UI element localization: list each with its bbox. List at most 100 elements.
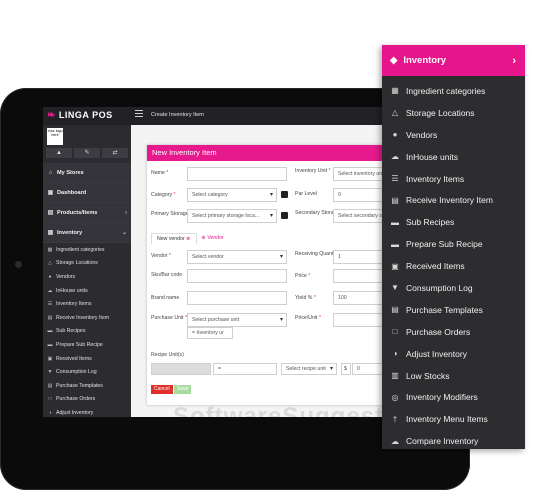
cancel-button[interactable]: Cancel bbox=[151, 385, 173, 394]
sidebar-subitem-purchase-templates[interactable]: ▤ Purchase Templates bbox=[43, 379, 131, 393]
currency-symbol: $ bbox=[341, 363, 351, 375]
sidebar-subitem-vendors[interactable]: ● Vendors bbox=[43, 270, 131, 284]
flask-icon: △ bbox=[391, 108, 399, 118]
lock-button[interactable]: ▲ bbox=[46, 148, 72, 158]
brand-label: Brand name bbox=[151, 295, 179, 302]
menu-item-received-items[interactable]: ▣ Received Items bbox=[382, 255, 525, 277]
menu-item-consumption-log[interactable]: ▼ Consumption Log bbox=[382, 277, 525, 299]
sidebar-item-label: Inventory bbox=[57, 229, 83, 236]
label-text: Price/Unit bbox=[295, 315, 318, 321]
inventory-menu-header[interactable]: ◆ Inventory › bbox=[382, 45, 525, 76]
user-icon: ● bbox=[392, 130, 398, 140]
menu-item-adjust-inventory[interactable]: ◑ Adjust Inventory bbox=[382, 343, 525, 365]
user-icon: ● bbox=[48, 273, 52, 280]
vendor-label: Vendor * bbox=[151, 253, 171, 259]
menu-item-low-stocks[interactable]: ▥ Low Stocks bbox=[382, 365, 525, 387]
file-icon: □ bbox=[48, 396, 52, 403]
menu-item-receive-inventory-item[interactable]: ▤ Receive Inventory Item bbox=[382, 189, 525, 211]
chevron-down-icon: ⌄ bbox=[121, 230, 127, 236]
receive-icon: ▤ bbox=[391, 195, 399, 205]
primary-storage-select[interactable]: Select primary storage loca... bbox=[187, 209, 277, 223]
menu-item-purchase-orders[interactable]: □ Purchase Orders bbox=[382, 321, 525, 343]
primary-storage-label: Primary Storage * bbox=[151, 211, 192, 218]
app-logo[interactable]: ❧ LINGA POS bbox=[47, 110, 113, 121]
chevron-right-icon: › bbox=[125, 209, 127, 216]
storage-add-icon[interactable] bbox=[281, 212, 288, 219]
brand-input[interactable] bbox=[187, 291, 287, 305]
label-text: Category bbox=[151, 192, 173, 198]
tab-new-vendor[interactable]: New vendor ⊗ bbox=[151, 233, 197, 244]
inventory-unit-equivalent[interactable]: = Inventory ur bbox=[187, 327, 233, 339]
grid-icon: ▦ bbox=[47, 246, 53, 253]
recipe-quantity-input[interactable] bbox=[151, 363, 211, 375]
sidebar-subitem-prepare-sub-recipe[interactable]: ▬ Prepare Sub Recipe bbox=[43, 338, 131, 352]
tab-label: New vendor bbox=[157, 236, 185, 242]
document-icon: ▤ bbox=[47, 382, 53, 389]
name-label: Name * bbox=[151, 170, 169, 176]
sidebar-subitem-ingredient-categories[interactable]: ▦ Ingredient categories bbox=[43, 243, 131, 257]
sku-input[interactable] bbox=[187, 269, 287, 283]
menu-item-ingredient-categories[interactable]: ▦ Ingredient categories bbox=[382, 80, 525, 102]
vendor-select[interactable]: Select vendor bbox=[187, 250, 287, 264]
menu-item-inhouse-units[interactable]: ☁ InHouse units bbox=[382, 146, 525, 168]
menu-item-prepare-sub-recipe[interactable]: ▬ Prepare Sub Recipe bbox=[382, 233, 525, 255]
sidebar-subitem-received-items[interactable]: ▣ Received Items bbox=[43, 352, 131, 366]
label-text: Vendor bbox=[151, 253, 168, 259]
category-select[interactable]: Select category bbox=[187, 188, 277, 202]
menu-item-compare-inventory[interactable]: ☁ Compare Inventory bbox=[382, 430, 525, 452]
sidebar-subitem-storage-locations[interactable]: △ Storage Locations bbox=[43, 257, 131, 271]
recipe-unit-select[interactable]: Select recipe unit bbox=[281, 363, 337, 375]
save-button[interactable]: Save bbox=[174, 385, 192, 394]
prepare-icon: ▬ bbox=[47, 341, 53, 348]
grid-icon: ▦ bbox=[391, 86, 399, 96]
label-text: Par Level bbox=[295, 191, 317, 197]
inventory-menu: ◆ Inventory › ▦ Ingredient categories △ St… bbox=[382, 45, 525, 449]
sidebar-subitem-adjust-inventory[interactable]: ◑ Adjust Inventory bbox=[43, 406, 131, 417]
purchase-unit-select[interactable]: Select purchase unit bbox=[187, 313, 287, 327]
menu-item-label: Purchase Orders bbox=[406, 326, 471, 337]
edit-button[interactable]: ✎ bbox=[74, 148, 100, 158]
sidebar-subitem-receive-inventory[interactable]: ▤ Receive Inventory Item bbox=[43, 311, 131, 325]
recipe-units-label: Recipe Unit(s) bbox=[151, 352, 184, 359]
switch-button[interactable]: ⇄ bbox=[102, 148, 128, 158]
menu-item-label: InHouse units bbox=[406, 151, 458, 162]
menu-item-purchase-templates[interactable]: ▤ Purchase Templates bbox=[382, 299, 525, 321]
sidebar-item-inventory[interactable]: ▦ Inventory ⌄ bbox=[43, 223, 131, 243]
store-logo[interactable]: Your logo here bbox=[47, 128, 63, 145]
sku-label: Sku/Bar code bbox=[151, 272, 182, 279]
sidebar-subitem-consumption-log[interactable]: ▼ Consumption Log bbox=[43, 365, 131, 379]
menu-item-inventory-menu-items[interactable]: † Inventory Menu Items bbox=[382, 408, 525, 430]
image-icon: ▣ bbox=[391, 261, 399, 271]
add-icon: ⊕ bbox=[201, 235, 206, 241]
menu-item-storage-locations[interactable]: △ Storage Locations bbox=[382, 102, 525, 124]
recipe-equivalent-input[interactable]: = bbox=[213, 363, 277, 375]
sidebar-subitem-label: Prepare Sub Recipe bbox=[56, 341, 103, 348]
menu-item-vendors[interactable]: ● Vendors bbox=[382, 124, 525, 146]
sidebar-item-dashboard[interactable]: ▣ Dashboard bbox=[43, 183, 131, 203]
folder-icon: ▬ bbox=[391, 217, 399, 227]
adjust-icon: ◑ bbox=[48, 409, 52, 416]
label-text: Inventory Unit bbox=[295, 168, 328, 174]
menu-item-label: Inventory Menu Items bbox=[406, 414, 488, 425]
sidebar-subitem-label: Ingredient categories bbox=[56, 246, 105, 253]
sidebar-subitem-inventory-items[interactable]: ☰ Inventory Items bbox=[43, 297, 131, 311]
label-text: Receiving Quantity bbox=[295, 251, 339, 257]
hamburger-menu-icon[interactable] bbox=[135, 110, 143, 118]
menu-item-sub-recipes[interactable]: ▬ Sub Recipes bbox=[382, 211, 525, 233]
sidebar-subitem-inhouse-units[interactable]: ☁ InHouse units bbox=[43, 284, 131, 298]
name-input[interactable] bbox=[187, 167, 287, 181]
menu-item-label: Receive Inventory Item bbox=[406, 195, 493, 206]
file-icon: □ bbox=[392, 327, 398, 337]
sidebar-item-my-stores[interactable]: ⌂ My Stores bbox=[43, 163, 131, 183]
tab-vendor[interactable]: ⊕ Vendor bbox=[197, 233, 229, 244]
sidebar-subitem-label: Storage Locations bbox=[56, 260, 98, 267]
sidebar-subitem-purchase-orders[interactable]: □ Purchase Orders bbox=[43, 393, 131, 407]
menu-item-inventory-modifiers[interactable]: ◎ Inventory Modifiers bbox=[382, 386, 525, 408]
category-add-icon[interactable] bbox=[281, 191, 288, 198]
sidebar-item-products[interactable]: ▤ Products/Items › bbox=[43, 203, 131, 223]
sidebar-subitem-label: Vendors bbox=[56, 273, 76, 280]
receive-icon: ▤ bbox=[47, 314, 53, 321]
sidebar-subitem-sub-recipes[interactable]: ▬ Sub Recipes bbox=[43, 325, 131, 339]
menu-item-inventory-items[interactable]: ☰ Inventory Items bbox=[382, 168, 525, 190]
cloud-icon: ☁ bbox=[47, 287, 53, 294]
